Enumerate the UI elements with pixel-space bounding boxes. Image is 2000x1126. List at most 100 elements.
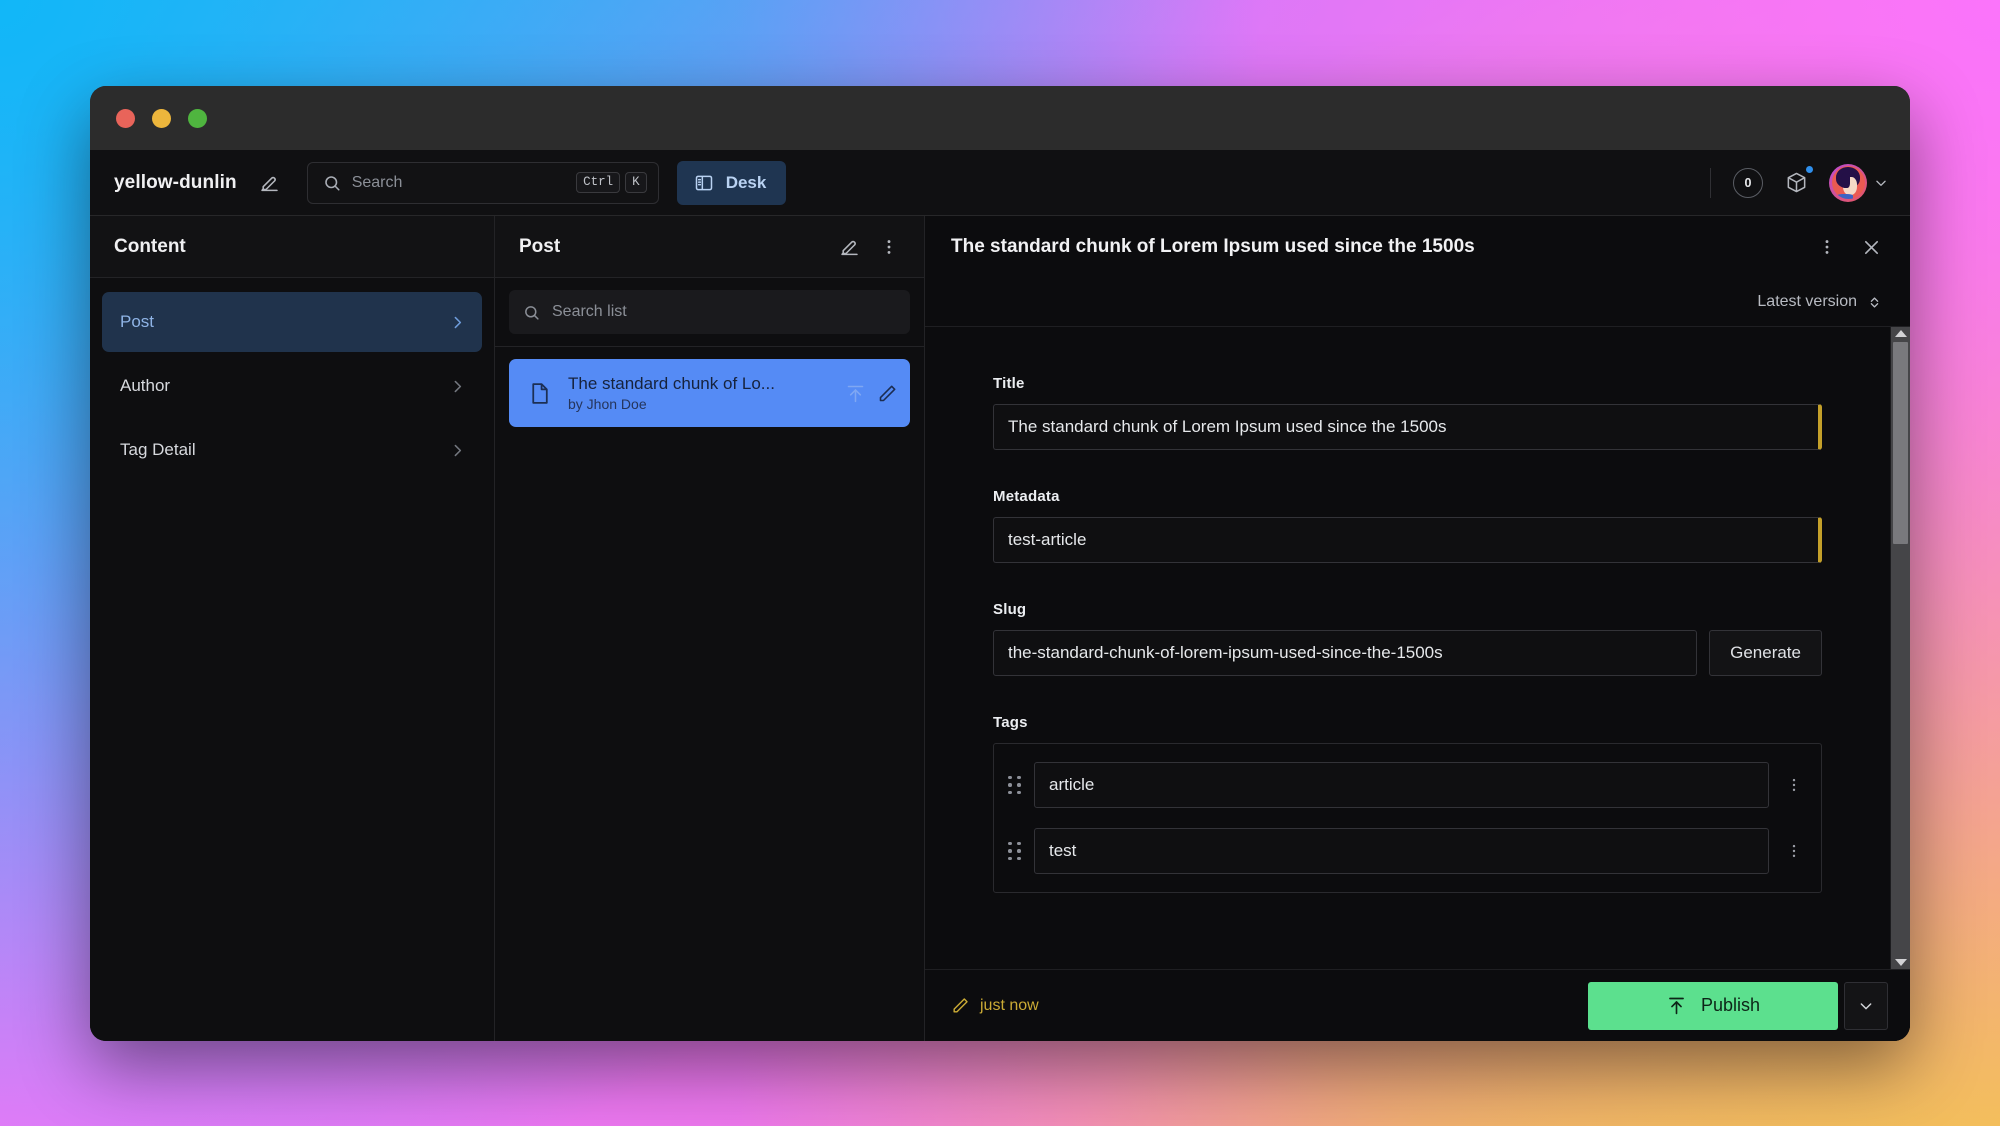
title-input[interactable]: The standard chunk of Lorem Ipsum used s…: [993, 404, 1822, 450]
publish-group: Publish: [1588, 982, 1888, 1030]
chevron-updown-icon: [1867, 294, 1882, 311]
chevron-right-icon: [449, 442, 466, 459]
scroll-down-arrow-icon[interactable]: [1895, 959, 1907, 966]
chevron-right-icon: [449, 314, 466, 331]
post-list-pane: Post: [495, 216, 925, 1041]
post-pane-header: Post: [495, 216, 924, 278]
workspace-brand: yellow-dunlin: [114, 172, 237, 194]
sidebar-item-label: Tag Detail: [120, 440, 196, 460]
field-label: Title: [993, 375, 1822, 392]
search-icon: [523, 304, 540, 321]
desk-panel-icon: [694, 173, 714, 193]
field-tags: Tags article: [993, 714, 1822, 893]
version-selector[interactable]: Latest version: [1757, 293, 1882, 311]
notification-count-badge[interactable]: 0: [1733, 168, 1763, 198]
pencil-icon: [951, 996, 970, 1015]
chevron-down-icon: [1874, 176, 1888, 190]
field-label: Tags: [993, 714, 1822, 731]
post-list: The standard chunk of Lo... by Jhon Doe: [495, 347, 924, 439]
save-status: just now: [951, 996, 1039, 1015]
generate-slug-button[interactable]: Generate: [1709, 630, 1822, 676]
save-status-text: just now: [980, 997, 1039, 1015]
package-icon[interactable]: [1779, 166, 1813, 200]
content-nav-list: Post Author Tag Detail: [90, 278, 494, 494]
post-pane-actions: [832, 230, 906, 264]
window-close-button[interactable]: [116, 109, 135, 128]
metadata-input[interactable]: test-article: [993, 517, 1822, 563]
app-root: yellow-dunlin Search Ctrl K: [90, 150, 1910, 1041]
list-item[interactable]: The standard chunk of Lo... by Jhon Doe: [509, 359, 910, 427]
window-minimize-button[interactable]: [152, 109, 171, 128]
drag-handle-icon[interactable]: [1008, 842, 1022, 861]
document-scroll-area: Title The standard chunk of Lorem Ipsum …: [925, 327, 1910, 969]
tags-list: article: [993, 743, 1822, 893]
drag-handle-icon[interactable]: [1008, 776, 1022, 795]
document-scrollbar[interactable]: [1890, 327, 1910, 969]
compose-icon[interactable]: [253, 166, 287, 200]
document-icon: [527, 381, 552, 406]
compose-icon[interactable]: [832, 230, 866, 264]
field-label: Metadata: [993, 488, 1822, 505]
window-titlebar: [90, 86, 1910, 150]
publish-options-button[interactable]: [1844, 982, 1888, 1030]
post-pane-title: Post: [519, 236, 560, 258]
kebab-menu-icon[interactable]: [1781, 776, 1807, 794]
chevron-right-icon: [449, 378, 466, 395]
publish-arrow-icon[interactable]: [845, 383, 866, 404]
scrollbar-track[interactable]: [1891, 342, 1910, 954]
avatar: [1829, 164, 1867, 202]
window-maximize-button[interactable]: [188, 109, 207, 128]
document-header: The standard chunk of Lorem Ipsum used s…: [925, 216, 1910, 327]
publish-button-label: Publish: [1701, 995, 1760, 1016]
version-label: Latest version: [1757, 293, 1857, 311]
sidebar-item-author[interactable]: Author: [102, 356, 482, 416]
document-footer: just now Publish: [925, 969, 1910, 1041]
post-search-wrap: Search list: [495, 278, 924, 347]
global-search-input[interactable]: Search Ctrl K: [307, 162, 659, 204]
field-label: Slug: [993, 601, 1822, 618]
content-pane-header: Content: [90, 216, 494, 278]
top-navigation-bar: yellow-dunlin Search Ctrl K: [90, 150, 1910, 216]
sidebar-item-tag-detail[interactable]: Tag Detail: [102, 420, 482, 480]
post-search-placeholder: Search list: [552, 303, 627, 321]
field-metadata: Metadata test-article: [993, 488, 1822, 563]
desk-columns: Content Post Author: [90, 216, 1910, 1041]
document-pane: The standard chunk of Lorem Ipsum used s…: [925, 216, 1910, 1041]
sidebar-item-label: Author: [120, 376, 170, 396]
slug-input[interactable]: the-standard-chunk-of-lorem-ipsum-used-s…: [993, 630, 1697, 676]
document-form: Title The standard chunk of Lorem Ipsum …: [925, 327, 1890, 969]
sidebar-item-post[interactable]: Post: [102, 292, 482, 352]
scroll-up-arrow-icon[interactable]: [1895, 330, 1907, 337]
search-placeholder: Search: [352, 174, 565, 192]
kbd-k: K: [625, 172, 647, 194]
top-nav-actions: 0: [1710, 164, 1888, 202]
document-title: The standard chunk of Lorem Ipsum used s…: [951, 236, 1800, 258]
tab-desk[interactable]: Desk: [677, 161, 787, 205]
field-slug: Slug the-standard-chunk-of-lorem-ipsum-u…: [993, 601, 1822, 676]
tag-row: article: [1008, 762, 1807, 808]
search-shortcut: Ctrl K: [576, 172, 647, 194]
kbd-ctrl: Ctrl: [576, 172, 620, 194]
user-menu[interactable]: [1829, 164, 1888, 202]
kebab-menu-icon[interactable]: [872, 230, 906, 264]
field-title: Title The standard chunk of Lorem Ipsum …: [993, 375, 1822, 450]
kebab-menu-icon[interactable]: [1781, 842, 1807, 860]
publish-arrow-icon: [1666, 995, 1687, 1016]
tag-input[interactable]: test: [1034, 828, 1769, 874]
page-title: Content: [114, 236, 186, 258]
post-search-input[interactable]: Search list: [509, 290, 910, 334]
publish-button[interactable]: Publish: [1588, 982, 1838, 1030]
tab-desk-label: Desk: [726, 173, 767, 193]
tag-input[interactable]: article: [1034, 762, 1769, 808]
package-update-dot: [1805, 165, 1814, 174]
edit-pencil-icon[interactable]: [877, 383, 898, 404]
list-item-title: The standard chunk of Lo...: [568, 374, 829, 394]
list-item-text: The standard chunk of Lo... by Jhon Doe: [568, 374, 829, 412]
kebab-menu-icon[interactable]: [1810, 230, 1844, 264]
content-pane: Content Post Author: [90, 216, 495, 1041]
sidebar-item-label: Post: [120, 312, 154, 332]
close-icon[interactable]: [1854, 230, 1888, 264]
scrollbar-thumb[interactable]: [1893, 342, 1908, 544]
divider: [1710, 168, 1711, 198]
app-window: yellow-dunlin Search Ctrl K: [90, 86, 1910, 1041]
